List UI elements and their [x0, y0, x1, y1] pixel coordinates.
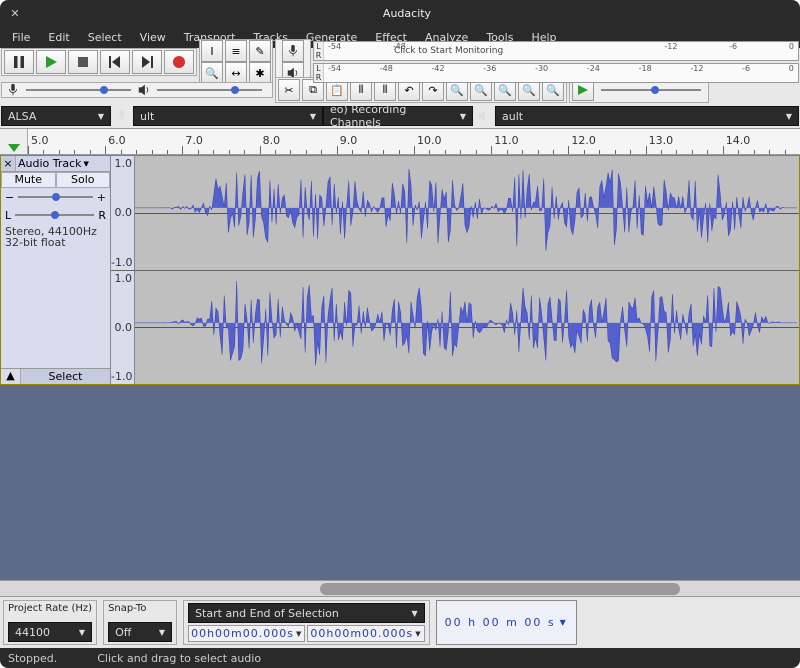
playback-meter[interactable]: L-54-48-42-36-30-24-18-12-60 R — [313, 63, 799, 83]
selection-start-time[interactable]: 00h00m00.000s▼ — [188, 625, 305, 642]
track-close-icon[interactable]: × — [1, 157, 15, 170]
audio-position-display[interactable]: 00 h 00 m 00 s▼ — [436, 600, 577, 645]
transport-toolbar — [1, 48, 197, 76]
mic-icon — [115, 109, 129, 123]
status-state: Stopped. — [8, 652, 57, 665]
pan-slider[interactable]: LR — [1, 206, 110, 224]
timeline-ruler[interactable]: 5.06.07.08.09.010.011.012.013.014.015.0 — [0, 129, 800, 155]
toolbars: I ≡ ✎ 🔍 ↔ ✱ L-54-48-12-60 R Click to Sta… — [0, 48, 800, 129]
track-select-button[interactable]: Select — [21, 369, 110, 384]
play-volume-slider[interactable] — [157, 89, 262, 91]
zoom-tool-icon[interactable]: 🔍 — [201, 62, 223, 84]
play-button[interactable] — [36, 50, 66, 74]
horizontal-scrollbar[interactable] — [0, 580, 800, 596]
empty-track-space[interactable] — [0, 385, 800, 580]
mic-meter-icon[interactable] — [282, 40, 304, 62]
timeshift-tool-icon[interactable]: ↔ — [225, 62, 247, 84]
speaker-icon — [477, 109, 491, 123]
track-format-info: Stereo, 44100Hz32-bit float — [1, 224, 110, 250]
meter-monitor-hint: Click to Start Monitoring — [334, 42, 798, 60]
menu-file[interactable]: File — [4, 29, 38, 46]
menu-select[interactable]: Select — [80, 29, 130, 46]
audio-track: × Audio Track▼ Mute Solo −+ LR Stereo, 4… — [0, 155, 800, 385]
stop-button[interactable] — [68, 50, 98, 74]
ruler-pin-icon[interactable] — [0, 129, 28, 154]
track-control-panel: × Audio Track▼ Mute Solo −+ LR Stereo, 4… — [1, 156, 111, 384]
device-toolbar: ALSA▼ ult▼ eo) Recording Channels▼ ault▼ — [0, 104, 800, 128]
window-title: Audacity — [22, 7, 792, 20]
pause-button[interactable] — [4, 50, 34, 74]
rec-device-select[interactable]: ult▼ — [133, 106, 323, 126]
rec-channels-select[interactable]: eo) Recording Channels▼ — [323, 106, 473, 126]
solo-button[interactable]: Solo — [56, 172, 111, 188]
status-hint: Click and drag to select audio — [97, 652, 261, 665]
skip-end-button[interactable] — [132, 50, 162, 74]
record-button[interactable] — [164, 50, 194, 74]
cut-icon[interactable]: ✂ — [278, 79, 300, 101]
speaker-icon — [137, 83, 151, 97]
selection-end-time[interactable]: 00h00m00.000s▼ — [307, 625, 424, 642]
audio-host-select[interactable]: ALSA▼ — [1, 106, 111, 126]
collapse-icon[interactable]: ▲ — [1, 369, 21, 384]
tracks-area: × Audio Track▼ Mute Solo −+ LR Stereo, 4… — [0, 155, 800, 596]
multi-tool-icon[interactable]: ✱ — [249, 62, 271, 84]
rec-volume-slider[interactable] — [26, 89, 131, 91]
skip-start-button[interactable] — [100, 50, 130, 74]
mic-icon — [6, 83, 20, 97]
selection-mode-select[interactable]: Start and End of Selection▼ — [188, 603, 425, 623]
close-icon[interactable]: ✕ — [8, 6, 22, 20]
menu-edit[interactable]: Edit — [40, 29, 77, 46]
snap-to-label: Snap-To — [108, 603, 172, 616]
titlebar: ✕ Audacity — [0, 0, 800, 26]
channel-right[interactable]: 1.00.0-1.0 — [111, 271, 799, 385]
statusbar: Stopped. Click and drag to select audio — [0, 648, 800, 668]
selection-tool-icon[interactable]: I — [201, 40, 223, 62]
waveform-area[interactable]: 1.00.0-1.0 1.00.0-1.0 — [111, 156, 799, 384]
play-device-select[interactable]: ault▼ — [495, 106, 799, 126]
menu-view[interactable]: View — [132, 29, 174, 46]
draw-tool-icon[interactable]: ✎ — [249, 40, 271, 62]
mixer-toolbar — [1, 82, 273, 98]
mute-button[interactable]: Mute — [1, 172, 56, 188]
snap-to-select[interactable]: Off▼ — [108, 622, 172, 642]
tools-toolbar: I ≡ ✎ 🔍 ↔ ✱ — [199, 39, 273, 85]
recording-meter[interactable]: L-54-48-12-60 R Click to Start Monitorin… — [313, 41, 799, 61]
project-rate-label: Project Rate (Hz) — [8, 603, 92, 616]
channel-left[interactable]: 1.00.0-1.0 — [111, 156, 799, 271]
envelope-tool-icon[interactable]: ≡ — [225, 40, 247, 62]
selection-toolbar: Project Rate (Hz) 44100▼ Snap-To Off▼ St… — [0, 596, 800, 648]
gain-slider[interactable]: −+ — [1, 188, 110, 206]
project-rate-select[interactable]: 44100▼ — [8, 622, 92, 642]
track-menu[interactable]: Audio Track▼ — [15, 156, 110, 171]
speed-slider[interactable] — [601, 89, 701, 91]
